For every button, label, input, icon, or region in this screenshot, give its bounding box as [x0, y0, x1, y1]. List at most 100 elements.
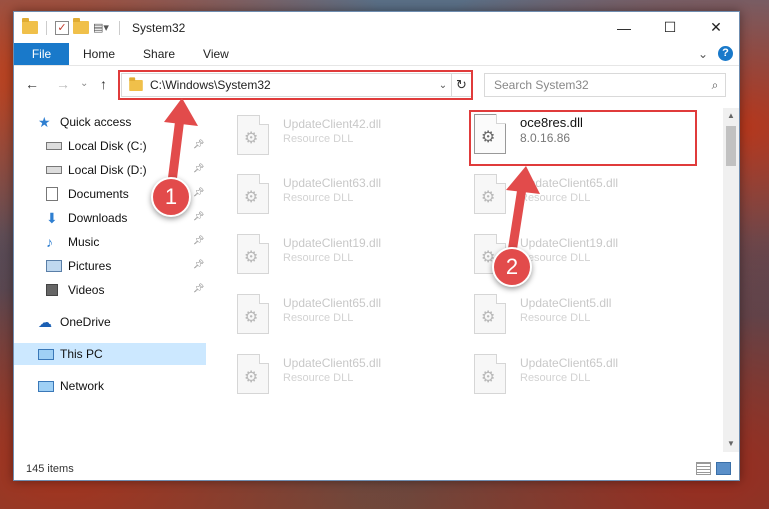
sidebar-item-onedrive[interactable]: ☁ OneDrive	[14, 311, 206, 333]
sidebar-item-videos[interactable]: Videos 📌︎	[14, 279, 206, 301]
file-name: UpdateClient65.dll	[283, 356, 382, 370]
tab-share[interactable]: Share	[129, 43, 189, 65]
file-item[interactable]: ⚙ UpdateClient5.dll Resource DLL	[474, 294, 704, 346]
pin-icon[interactable]: 📌︎	[193, 235, 204, 247]
sidebar-item-label: Quick access	[60, 115, 132, 129]
up-button[interactable]: ↑	[100, 76, 107, 92]
address-bar-highlight	[118, 70, 473, 100]
file-type: Resource DLL	[520, 252, 591, 264]
documents-icon	[46, 187, 58, 201]
pin-icon[interactable]: 📌︎	[193, 139, 204, 151]
pin-icon[interactable]: 📌︎	[193, 163, 204, 175]
gear-icon: ⚙	[481, 309, 496, 326]
forward-button[interactable]: →	[56, 76, 70, 92]
properties-icon[interactable]: ✓	[55, 20, 69, 35]
file-item[interactable]: ⚙ UpdateClient65.dll Resource DLL	[237, 354, 467, 406]
help-icon[interactable]: ?	[718, 46, 733, 61]
minimize-button[interactable]: —	[601, 12, 647, 43]
gear-icon: ⚙	[244, 189, 259, 206]
drive-icon	[46, 142, 62, 150]
recent-locations-button[interactable]: ⌄	[80, 78, 88, 89]
new-folder-icon[interactable]	[73, 18, 89, 34]
dll-file-icon: ⚙	[474, 354, 506, 394]
sidebar-item-quick-access[interactable]: ★ Quick access	[14, 111, 206, 133]
file-name: UpdateClient5.dll	[520, 296, 612, 310]
file-type: Resource DLL	[283, 312, 354, 324]
tab-home[interactable]: Home	[69, 43, 129, 65]
dll-file-icon: ⚙	[237, 234, 269, 274]
dll-file-icon: ⚙	[474, 174, 506, 214]
file-item[interactable]: ⚙ UpdateClient65.dll Resource DLL	[474, 354, 704, 406]
sidebar-item-label: Documents	[68, 187, 129, 201]
file-type: Resource DLL	[283, 133, 354, 145]
file-type: Resource DLL	[283, 192, 354, 204]
ribbon-tabs: File Home Share View ⌄ ?	[14, 43, 739, 66]
sidebar-item-label: Music	[68, 235, 100, 249]
network-icon	[38, 380, 54, 392]
details-view-icon[interactable]	[696, 462, 711, 475]
dll-file-icon: ⚙	[237, 174, 269, 214]
maximize-button[interactable]: ☐	[647, 12, 693, 43]
search-input[interactable]: Search System32	[494, 78, 705, 92]
window-title: System32	[132, 20, 186, 35]
scroll-up-button[interactable]: ▲	[723, 108, 739, 124]
large-icons-view-icon[interactable]	[716, 462, 731, 475]
file-item[interactable]: ⚙ UpdateClient19.dll Resource DLL	[237, 234, 467, 286]
gear-icon: ⚙	[244, 369, 259, 386]
item-count: 145 items	[26, 463, 74, 475]
file-item[interactable]: ⚙ UpdateClient65.dll Resource DLL	[237, 294, 467, 346]
file-type: Resource DLL	[520, 312, 591, 324]
file-type: Resource DLL	[520, 192, 591, 204]
sidebar-item-pictures[interactable]: Pictures 📌︎	[14, 255, 206, 277]
gear-icon: ⚙	[481, 369, 496, 386]
sidebar-item-label: OneDrive	[60, 315, 111, 329]
sidebar-item-network[interactable]: Network	[14, 375, 206, 397]
quick-access-toolbar: ✓ ▤▾	[22, 18, 109, 36]
sidebar-item-label: Pictures	[68, 259, 112, 273]
dll-file-icon: ⚙	[237, 354, 269, 394]
status-bar: 145 items	[14, 458, 739, 480]
tab-file[interactable]: File	[14, 43, 69, 65]
drive-icon	[46, 166, 62, 174]
separator	[119, 20, 120, 35]
file-item[interactable]: ⚙ UpdateClient42.dll Resource DLL	[237, 115, 467, 167]
dll-file-icon: ⚙	[237, 115, 269, 155]
file-item[interactable]: ⚙ UpdateClient65.dll Resource DLL	[474, 174, 704, 226]
file-name: UpdateClient65.dll	[283, 296, 382, 310]
pin-icon[interactable]: 📌︎	[193, 211, 204, 223]
file-type: Resource DLL	[283, 372, 354, 384]
scroll-thumb[interactable]	[726, 126, 736, 166]
step-marker-2: 2	[492, 247, 532, 287]
pin-icon[interactable]: 📌︎	[193, 259, 204, 271]
star-icon: ★	[38, 114, 51, 130]
sidebar-item-this-pc[interactable]: This PC	[14, 343, 206, 365]
expand-ribbon-icon[interactable]: ⌄	[698, 47, 708, 61]
pin-icon[interactable]: 📌︎	[193, 283, 204, 295]
customize-toolbar-icon[interactable]: ▤▾	[93, 20, 109, 36]
sidebar-item-local-disk-c[interactable]: Local Disk (C:) 📌︎	[14, 135, 206, 157]
sidebar-item-label: Local Disk (D:)	[68, 163, 147, 177]
pc-icon	[38, 348, 54, 360]
vertical-scrollbar[interactable]: ▲ ▼	[723, 108, 739, 452]
close-button[interactable]: ✕	[693, 12, 739, 43]
sidebar-item-label: This PC	[60, 347, 103, 361]
file-type: Resource DLL	[520, 372, 591, 384]
file-item[interactable]: ⚙ UpdateClient63.dll Resource DLL	[237, 174, 467, 226]
sidebar-item-music[interactable]: ♪ Music 📌︎	[14, 231, 206, 253]
search-icon: ⌕	[711, 77, 719, 92]
sidebar-item-label: Videos	[68, 283, 105, 297]
title-bar: ✓ ▤▾ System32 — ☐ ✕	[14, 12, 739, 43]
tab-view[interactable]: View	[189, 43, 243, 65]
pin-icon[interactable]: 📌︎	[193, 187, 204, 199]
sidebar-item-label: Network	[60, 379, 105, 393]
scroll-down-button[interactable]: ▼	[723, 436, 739, 452]
file-name: UpdateClient65.dll	[520, 176, 619, 190]
cloud-icon: ☁	[38, 314, 52, 330]
sidebar-item-label: Downloads	[68, 211, 128, 225]
navigation-pane: ★ Quick access Local Disk (C:) 📌︎ Local …	[14, 108, 209, 444]
search-box[interactable]: Search System32 ⌕	[484, 73, 726, 97]
sidebar-item-label: Local Disk (C:)	[68, 139, 147, 153]
downloads-icon: ⬇	[46, 210, 58, 226]
back-button[interactable]: ←	[25, 76, 39, 92]
file-name: UpdateClient65.dll	[520, 356, 619, 370]
